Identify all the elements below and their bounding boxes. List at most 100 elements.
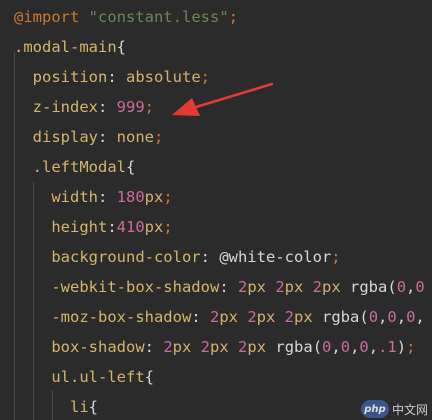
code-token: li (14, 398, 89, 416)
code-line: -moz-box-shadow: 2px 2px 2px rgba(0,0,0, (14, 304, 425, 330)
code-token: px (284, 278, 313, 296)
code-token: width (14, 188, 98, 206)
code-token: , (415, 308, 425, 326)
code-token: 0 (396, 278, 407, 296)
code-token: ; (228, 8, 238, 26)
code-token: ) (396, 338, 407, 356)
code-token: : (219, 278, 238, 296)
code-token: : (107, 218, 117, 236)
code-token: px (210, 338, 239, 356)
code-token: 0 (368, 308, 379, 326)
code-token: ; (406, 338, 416, 356)
code-token: , (331, 338, 341, 356)
code-line: box-shadow: 2px 2px 2px rgba(0,0,0,.1); (14, 334, 415, 360)
code-token: background-color (14, 248, 201, 266)
code-token: px (172, 338, 201, 356)
code-token: ( (312, 338, 323, 356)
code-line: z-index: 999; (14, 94, 154, 120)
code-token: 0 (387, 308, 397, 326)
code-token: 2 (200, 338, 211, 356)
code-token: ul.ul-left (14, 368, 145, 386)
code-token: 0 (406, 308, 416, 326)
code-token: : (144, 338, 164, 356)
code-token: 0 (415, 278, 425, 296)
code-token: 2 (163, 338, 173, 356)
code-token: { (125, 158, 136, 176)
code-token: 410 (116, 218, 145, 236)
code-token: { (88, 398, 98, 416)
code-token: : (98, 98, 117, 116)
code-token: box-shadow (14, 338, 145, 356)
code-token: rgba (350, 278, 388, 296)
code-token: ; (154, 128, 164, 146)
code-line: li{ (14, 394, 98, 420)
code-token: "constant.less" (88, 8, 229, 26)
code-token: 2 (312, 278, 323, 296)
code-token: 2 (247, 308, 257, 326)
code-token: px (219, 308, 248, 326)
code-token: 2 (284, 308, 295, 326)
code-token: ; (144, 98, 155, 116)
code-line: display: none; (14, 124, 164, 150)
code-line: width: 180px; (14, 184, 173, 210)
code-token: px (144, 188, 164, 206)
code-token: .1 (378, 338, 397, 356)
code-line: .leftModal{ (14, 154, 136, 180)
code-token: position (14, 68, 108, 86)
code-token: : (200, 248, 220, 266)
code-line: height:410px; (14, 214, 173, 240)
code-token: px (322, 278, 351, 296)
code-token: ; (163, 218, 173, 236)
code-token: none (116, 128, 154, 146)
code-token: 2 (209, 308, 220, 326)
code-token: 0 (359, 338, 369, 356)
code-token: px (294, 308, 323, 326)
code-token: , (368, 338, 379, 356)
code-token: ; (331, 248, 341, 266)
code-token: px (144, 218, 164, 236)
code-token: px (247, 278, 276, 296)
watermark: php 中文网 (360, 398, 428, 420)
code-token: , (396, 308, 407, 326)
code-token: 2 (237, 278, 248, 296)
code-token: height (14, 218, 108, 236)
code-token: display (14, 128, 98, 146)
code-token: @white-color (219, 248, 332, 266)
code-token: ; (200, 68, 210, 86)
code-token: -moz-box-shadow (14, 308, 192, 326)
code-token: rgba (322, 308, 360, 326)
code-token: 180 (116, 188, 145, 206)
code-token: px (256, 308, 285, 326)
code-token: ; (163, 188, 173, 206)
code-token: absolute (126, 68, 201, 86)
code-token: .modal-main (14, 38, 117, 56)
code-token: { (144, 368, 154, 386)
watermark-text: 中文网 (391, 402, 428, 417)
code-token: @import (14, 8, 80, 26)
code-line: background-color: @white-color; (14, 244, 341, 270)
code-token: { (116, 38, 126, 56)
code-line: ul.ul-left{ (14, 364, 154, 390)
code-editor[interactable]: @import "constant.less"; .modal-main{ pos… (0, 0, 432, 420)
code-token: z-index (14, 98, 98, 116)
code-token: : (98, 188, 117, 206)
code-line: @import "constant.less"; (14, 4, 238, 30)
code-line: .modal-main{ (14, 34, 126, 60)
code-line: -webkit-box-shadow: 2px 2px 2px rgba(0,0 (14, 274, 425, 300)
code-token: .leftModal (14, 158, 126, 176)
code-token: , (406, 278, 416, 296)
code-token: , (378, 308, 388, 326)
code-token: : (98, 128, 117, 146)
code-token: rgba (275, 338, 313, 356)
code-token: 2 (238, 338, 248, 356)
code-token: -webkit-box-shadow (14, 278, 220, 296)
code-token: 999 (116, 98, 145, 116)
code-token: : (107, 68, 126, 86)
php-logo: php (360, 400, 389, 418)
code-token: , (350, 338, 360, 356)
code-token: 0 (340, 338, 351, 356)
code-token: ( (359, 308, 369, 326)
code-line: position: absolute; (14, 64, 210, 90)
code-token: px (247, 338, 276, 356)
